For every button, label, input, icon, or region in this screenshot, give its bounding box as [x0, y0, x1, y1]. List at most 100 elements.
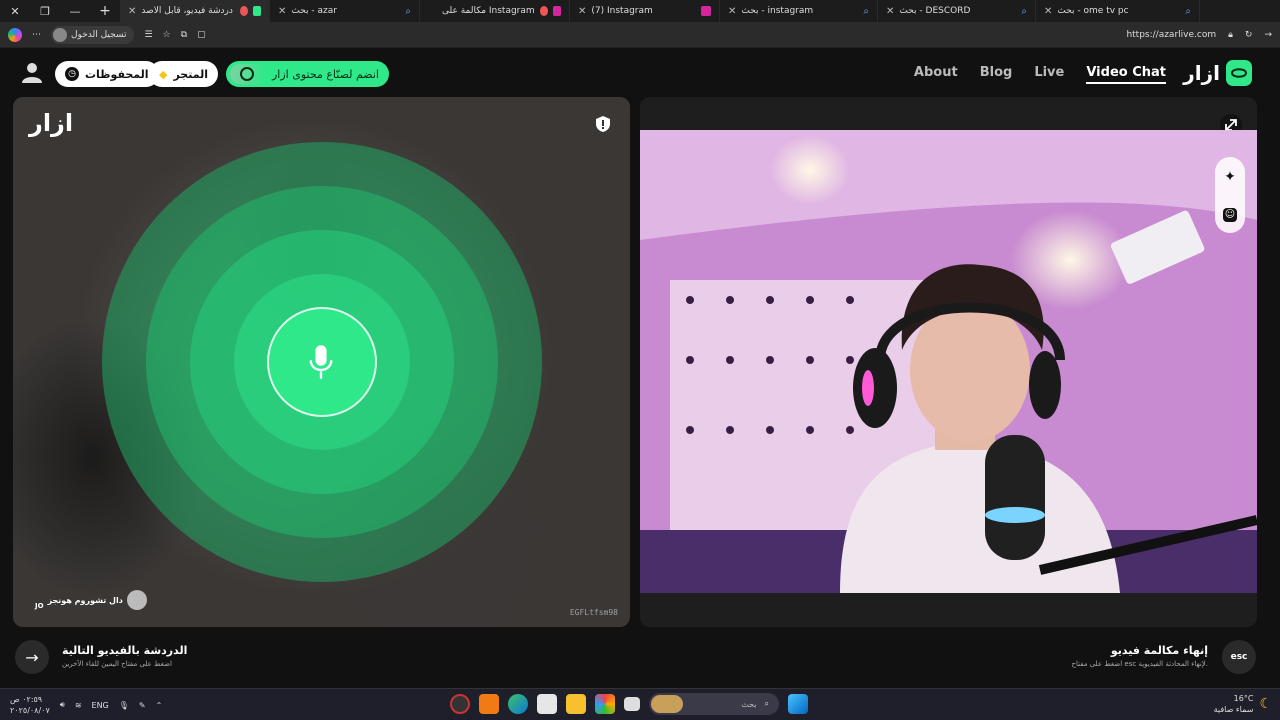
nav-about[interactable]: About [914, 65, 958, 84]
search-icon: ⌕ [764, 699, 769, 708]
peer-info: JO دال تشوروم هونجز [35, 590, 147, 610]
azar-logo[interactable]: ازار [1183, 60, 1252, 86]
peer-name: دال تشوروم هونجز [47, 595, 123, 605]
end-call-button[interactable]: esc [1222, 640, 1256, 674]
close-tab-icon[interactable]: ✕ [886, 6, 894, 17]
lock-icon[interactable]: 🔒︎ [1228, 30, 1233, 40]
azar-watermark: ازار [29, 109, 74, 137]
restore-window-icon[interactable]: ❐ [30, 0, 60, 22]
search-favicon: ⌕ [1021, 5, 1027, 17]
instagram-favicon [701, 6, 711, 16]
nav-blog[interactable]: Blog [980, 65, 1013, 84]
close-tab-icon[interactable]: ✕ [728, 6, 736, 17]
arrow-right-icon: → [25, 647, 39, 667]
creator-badge-icon [230, 64, 266, 84]
windows-taskbar: ٠٢:٥٩ ص ٢٠٢٥/٠٨/٠٧ 🔊︎ ≋ ENG 🎙︎ ✎ ⌃ بحث ⌕… [0, 688, 1280, 720]
tab-instagram-call[interactable]: مكالمة على Instagram [420, 0, 570, 22]
close-window-icon[interactable]: ✕ [0, 0, 30, 22]
minimize-window-icon[interactable]: — [60, 0, 90, 22]
wifi-icon[interactable]: ≋ [75, 701, 82, 710]
report-icon[interactable] [594, 115, 612, 133]
join-creators-button[interactable]: انضم لصنّاع محتوى ازار [226, 61, 389, 87]
system-clock[interactable]: ٠٢:٥٩ ص ٢٠٢٥/٠٨/٠٧ [10, 694, 50, 716]
peer-avatar[interactable] [126, 590, 147, 610]
store-app-icon[interactable] [537, 694, 557, 714]
saved-button[interactable]: ◷ المحفوظات [55, 61, 159, 87]
split-screen-icon[interactable]: ⧉ [181, 30, 187, 40]
clock-icon: ◷ [65, 67, 79, 81]
file-explorer-icon[interactable] [566, 694, 586, 714]
tab-azar-search[interactable]: ✕ بحث - azar ⌕ [270, 0, 420, 22]
end-call-hint: اضغط على مفتاح esc لإنهاء المحادثة الفيد… [1071, 660, 1208, 668]
weather-widget[interactable]: 16°C سماء صافية ☾ [1214, 693, 1272, 715]
avast-app-icon[interactable] [479, 694, 499, 714]
show-hidden-icons[interactable]: ⌃ [156, 701, 163, 710]
search-favicon: ⌕ [405, 5, 411, 17]
copilot-icon[interactable] [8, 27, 22, 42]
remote-video-frame [640, 130, 1257, 593]
close-tab-icon[interactable]: ✕ [278, 6, 286, 17]
local-video-panel: ازار JO دال تشوروم هونجز EGFLtfsm98 [13, 97, 630, 627]
effects-toolbar: ✦ ☺ [1215, 157, 1245, 233]
favorite-star-icon[interactable]: ☆ [163, 30, 171, 40]
tab-ometv-search[interactable]: ✕ بحث - ome tv pc ⌕ [1036, 0, 1200, 22]
mic-tray-icon[interactable]: 🎙︎ [119, 701, 129, 710]
close-tab-icon[interactable]: ✕ [1044, 6, 1052, 17]
language-indicator[interactable]: ENG [92, 701, 109, 710]
windows-start-icon[interactable] [788, 694, 808, 714]
pen-tray-icon[interactable]: ✎ [139, 701, 146, 710]
avatar [53, 27, 67, 42]
signin-button[interactable]: تسجيل الدخول [51, 25, 135, 44]
browser-tab-bar: ✕ ❐ — + ✕ أزار: دردشة فيديو، قابل الأصد.… [0, 0, 1280, 22]
moon-icon: ☾ [1259, 695, 1272, 712]
tab-instagram-search[interactable]: ✕ بحث - instagram ⌕ [720, 0, 878, 22]
site-header: ◷ المحفوظات ◆ المتجر انضم لصنّاع محتوى ا… [0, 48, 1280, 98]
record-icon [240, 6, 249, 16]
nav-live[interactable]: Live [1034, 65, 1064, 84]
next-chat-info: الدردشة بالفيديو التالية اضغط على مفتاح … [62, 644, 187, 668]
main-nav: About Blog Live Video Chat [914, 65, 1166, 84]
search-favicon: ⌕ [863, 5, 869, 17]
address-bar: ⋯ تسجيل الدخول ☰ ☆ ⧉ ▢ https://azarlive.… [0, 22, 1280, 48]
next-chat-title: الدردشة بالفيديو التالية [62, 644, 188, 657]
edge-app-icon[interactable] [508, 694, 528, 714]
search-placeholder: بحث [741, 699, 757, 709]
next-chat-button[interactable]: → [15, 640, 49, 674]
app-icon[interactable]: ▢ [197, 30, 206, 40]
instagram-favicon [552, 6, 561, 16]
peer-country: JO [35, 602, 44, 610]
url-text[interactable]: https://azarlive.com [1126, 30, 1216, 40]
end-call-title: إنهاء مكالمة فيديو [1110, 644, 1208, 657]
close-tab-icon[interactable]: ✕ [128, 6, 136, 17]
microphone-icon[interactable] [307, 343, 335, 381]
tab-descord-search[interactable]: ✕ بحث - DESCORD ⌕ [878, 0, 1036, 22]
more-menu-icon[interactable]: ⋯ [32, 30, 41, 40]
end-call-info: إنهاء مكالمة فيديو اضغط على مفتاح esc لإ… [1071, 644, 1208, 668]
face-filter-icon[interactable]: ☺ [1223, 207, 1237, 222]
peer-id: EGFLtfsm98 [569, 608, 618, 617]
azar-logo-icon [1226, 60, 1252, 86]
remote-video-panel: ✦ ☺ [640, 97, 1257, 627]
tab-azar-video-chat[interactable]: ✕ أزار: دردشة فيديو، قابل الأصد... [120, 0, 270, 22]
azar-favicon [253, 6, 261, 16]
close-tab-icon[interactable]: ✕ [578, 6, 586, 17]
gem-icon: ◆ [159, 67, 168, 81]
collections-icon[interactable]: ☰ [144, 30, 152, 40]
nav-video-chat[interactable]: Video Chat [1086, 65, 1166, 84]
search-favicon: ⌕ [1185, 5, 1191, 17]
next-chat-hint: اضغط على مفتاح اليمين للقاء الآخرين [62, 660, 172, 668]
sparkle-effects-icon[interactable]: ✦ [1224, 169, 1236, 185]
tab-instagram[interactable]: ✕ (7) Instagram [570, 0, 720, 22]
app-m365-icon[interactable] [595, 694, 615, 714]
recorder-app-icon[interactable] [450, 694, 470, 714]
user-profile-icon[interactable] [20, 60, 44, 84]
store-button[interactable]: ◆ المتجر [149, 61, 219, 87]
search-highlight-image [651, 695, 683, 713]
volume-icon[interactable]: 🔊︎ [60, 700, 65, 710]
taskbar-search[interactable]: بحث ⌕ [649, 693, 779, 715]
new-tab-icon[interactable]: + [90, 0, 120, 22]
task-view-icon[interactable] [624, 697, 640, 711]
record-icon [539, 6, 548, 16]
forward-icon[interactable]: → [1264, 30, 1272, 40]
reload-icon[interactable]: ↻ [1245, 30, 1253, 40]
